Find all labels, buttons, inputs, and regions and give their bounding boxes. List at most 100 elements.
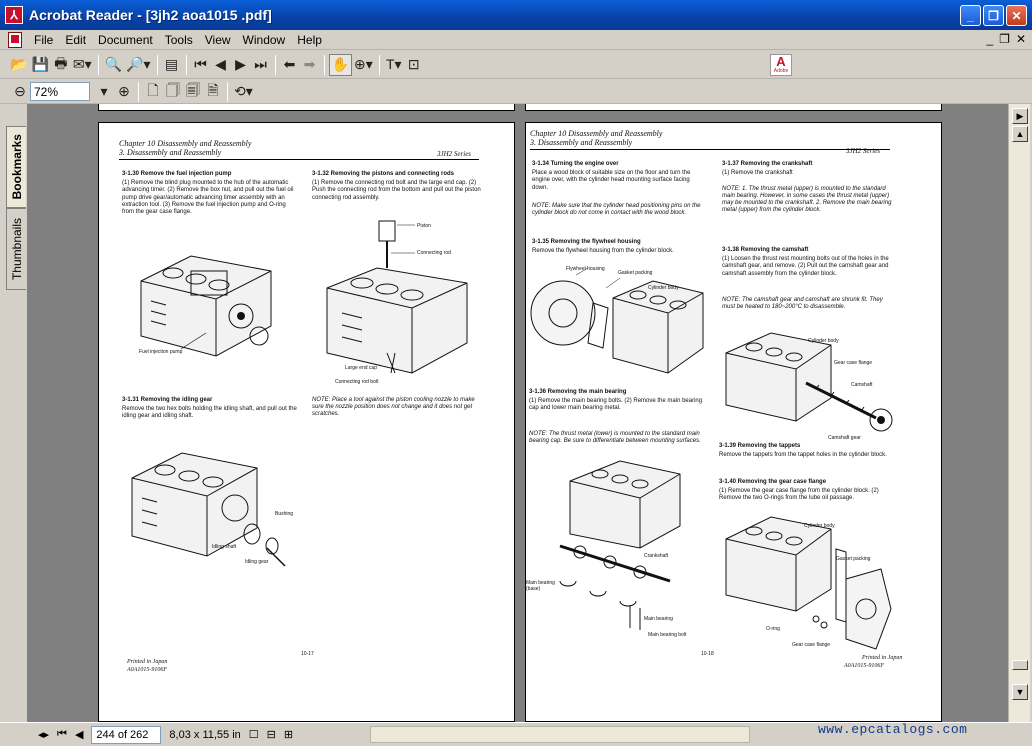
zoom-field[interactable]: 72%	[30, 82, 90, 101]
label-fuel-injection-pump: Fuel injection pump	[139, 349, 183, 355]
title-bar: ⅄ Acrobat Reader - [3jh2 aoa1015 .pdf] _…	[0, 0, 1032, 30]
go-back-icon[interactable]: ⬅	[280, 54, 300, 76]
note-camshaft-shrunk: NOTE: The camshaft gear and camshaft are…	[722, 297, 883, 310]
menu-bar: File Edit Document Tools View Window Hel…	[0, 30, 1032, 50]
first-page-icon[interactable]: ⏮	[191, 54, 211, 76]
label-gasket-packing-2: Gasket packing	[836, 556, 871, 562]
navigation-tabs: Bookmarks Thumbnails	[0, 104, 28, 722]
menu-file[interactable]: File	[28, 33, 59, 47]
hand-tool-icon[interactable]: ✋	[328, 53, 352, 76]
navigation-pane-icon[interactable]: ▤	[162, 54, 182, 76]
scroll-down-arrow-icon[interactable]: ▼	[1012, 684, 1028, 700]
menu-help[interactable]: Help	[291, 33, 328, 47]
menu-view[interactable]: View	[199, 33, 237, 47]
label-main-bearing-base: Main bearing (base)	[526, 580, 555, 592]
note-piston-cooling: NOTE: Place a tool against the piston co…	[312, 397, 475, 417]
section-3-1-34: 3-1.34 Turning the engine over Place a w…	[532, 161, 691, 191]
label-gear-case-flange-2: Gear case flange	[792, 642, 831, 648]
fit-page-icon[interactable]: 🗍	[163, 81, 183, 103]
tab-thumbnails[interactable]: Thumbnails	[6, 208, 26, 290]
label-main-bearing: Main bearing	[644, 616, 673, 622]
doc-close-button[interactable]: ✕	[1016, 32, 1026, 46]
doc-minimize-button[interactable]: _	[986, 32, 993, 46]
previous-page-edge	[525, 104, 942, 111]
continuous-facing-icon[interactable]: ⊞	[280, 728, 297, 741]
document-window-controls: _ ❐ ✕	[986, 32, 1026, 46]
fit-width-icon[interactable]: 🗐	[183, 81, 203, 103]
find-icon[interactable]: 🔎▾	[124, 54, 152, 76]
section-3-1-35: 3-1.35 Removing the flywheel housing Rem…	[532, 239, 674, 255]
document-viewer[interactable]: Chapter 10 Disassembly and Reassembly 3.…	[28, 104, 1008, 722]
continuous-icon[interactable]: ⊟	[263, 728, 280, 741]
engine-figure-gear-case-flange	[725, 516, 892, 650]
menu-window[interactable]: Window	[237, 33, 292, 47]
label-main-bearing-bolt: Main bearing bolt	[648, 632, 687, 638]
first-page-status-icon[interactable]: ⏮	[53, 728, 71, 741]
menu-document[interactable]: Document	[92, 33, 159, 47]
vertical-scrollbar[interactable]: ▶ ▲ ▼	[1008, 104, 1030, 722]
close-button[interactable]: ✕	[1006, 5, 1027, 26]
doc-restore-button[interactable]: ❐	[999, 32, 1010, 46]
chapter-header: Chapter 10 Disassembly and Reassembly	[119, 139, 252, 148]
main-toolbar: 📂 💾 🖶 ✉▾ 🔍 🔎▾ ▤ ⏮ ◀ ▶ ⏭ ⬅ ➡ ✋ ⊕▾ T▾ ⊡	[0, 51, 1032, 79]
label-idling-gear: Idling gear	[245, 559, 269, 565]
search-icon[interactable]: 🔍	[103, 54, 124, 76]
zoom-tool-icon[interactable]: ⊕▾	[352, 54, 375, 76]
next-page-icon[interactable]: ▶	[231, 54, 251, 76]
section-3-1-31: 3-1.31 Removing the idling gear Remove t…	[122, 397, 297, 420]
note-thrust-metal-lower: NOTE: The thrust metal (lower) is mounte…	[529, 431, 701, 444]
menu-tools[interactable]: Tools	[159, 33, 199, 47]
section-3-1-40: 3-1.40 Removing the gear case flange (1)…	[719, 479, 879, 502]
section-3-1-36: 3-1.36 Removing the main bearing (1) Rem…	[529, 389, 703, 412]
previous-page-edge	[98, 104, 515, 111]
last-page-icon[interactable]: ⏭	[251, 54, 271, 76]
header-rule	[119, 159, 479, 160]
page-number: 10-17	[301, 651, 314, 657]
tab-bookmarks[interactable]: Bookmarks	[6, 126, 26, 208]
series-label: 3JH2 Series	[437, 150, 472, 158]
section-3-1-37: 3-1.37 Removing the crankshaft (1) Remov…	[722, 161, 813, 177]
text-select-icon[interactable]: T▾	[384, 54, 404, 76]
scroll-up-arrow-icon[interactable]: ▲	[1012, 126, 1028, 142]
rotate-view-icon[interactable]: ⟲▾	[232, 81, 255, 103]
email-icon[interactable]: ✉▾	[71, 54, 94, 76]
label-connecting-rod-bolt: Connecting rod bolt	[335, 379, 379, 385]
zoom-in-icon[interactable]: ⊕	[114, 81, 134, 103]
adobe-logo[interactable]: A Adobe	[770, 54, 792, 76]
minimize-button[interactable]: _	[960, 5, 981, 26]
page-number: 10-18	[701, 651, 714, 657]
label-idling-shaft: Idling shaft	[212, 544, 237, 550]
zoom-out-icon[interactable]: ⊖	[10, 81, 30, 103]
section-3-1-30: 3-1.30 Remove the fuel injection pump (1…	[122, 171, 294, 216]
actual-size-icon[interactable]: 🗋	[143, 81, 163, 103]
previous-page-icon[interactable]: ◀	[211, 54, 231, 76]
page-number-field[interactable]: 244 of 262	[91, 725, 162, 744]
print-icon[interactable]: 🖶	[51, 54, 71, 76]
split-arrows-icon[interactable]: ◂▸	[34, 728, 53, 741]
header-rule	[530, 149, 890, 150]
scroll-thumb[interactable]	[1012, 660, 1028, 670]
zoom-dropdown-icon[interactable]: ▾	[94, 81, 114, 103]
page-up-arrow-icon[interactable]: ▶	[1012, 108, 1028, 124]
label-connecting-rod: Connecting rod	[417, 250, 451, 256]
engine-figure-pistons	[326, 220, 468, 374]
acrobat-icon[interactable]: ⅄	[5, 6, 23, 24]
fit-visible-icon[interactable]: 🗎	[203, 81, 223, 103]
label-camshaft: Camshaft	[851, 382, 873, 388]
label-flywheel-housing: Flywheel housing	[566, 266, 605, 272]
footer-printed: Printed in Japan	[862, 655, 903, 661]
series-label: 3JH2 Series	[846, 147, 881, 155]
save-icon[interactable]: 💾	[29, 54, 50, 76]
label-large-end-cap: Large end cap	[345, 365, 377, 371]
single-page-icon[interactable]: ☐	[245, 728, 263, 741]
snapshot-icon[interactable]: ⊡	[404, 54, 424, 76]
go-forward-icon[interactable]: ➡	[300, 54, 320, 76]
document-icon[interactable]	[8, 31, 22, 48]
label-gasket-packing: Gasket packing	[618, 270, 653, 276]
prev-page-status-icon[interactable]: ◀	[71, 728, 87, 741]
open-icon[interactable]: 📂	[8, 54, 29, 76]
horizontal-scrollbar[interactable]	[370, 726, 750, 743]
section-header: 3. Disassembly and Reassembly	[530, 138, 633, 147]
maximize-button[interactable]: ❐	[983, 5, 1004, 26]
menu-edit[interactable]: Edit	[59, 33, 92, 47]
